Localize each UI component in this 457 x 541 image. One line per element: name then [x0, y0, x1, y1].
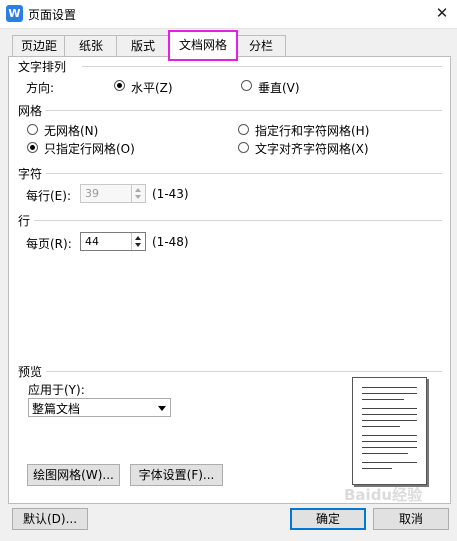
chars-per-line-value: 39 [85, 187, 99, 200]
chars-per-line-label: 每行(E): [26, 189, 71, 203]
ok-button[interactable]: 确定 [290, 508, 366, 530]
direction-label: 方向: [26, 81, 55, 95]
tab-margins[interactable]: 页边距 [12, 35, 66, 56]
section-title-text-direction: 文字排列 [18, 60, 67, 74]
page-preview-icon [352, 377, 427, 485]
title-bar: W 页面设置 ✕ [0, 0, 457, 29]
apply-to-select[interactable]: 整篇文档 [28, 398, 171, 417]
tab-layout[interactable]: 版式 [116, 35, 170, 56]
tab-columns[interactable]: 分栏 [236, 35, 286, 56]
divider [46, 173, 442, 174]
section-title-grid: 网格 [18, 104, 43, 118]
spinner-arrows-icon[interactable] [131, 233, 145, 250]
radio-snap-to-char-grid[interactable] [238, 142, 249, 153]
section-title-lines: 行 [18, 214, 31, 228]
divider [82, 66, 442, 67]
section-title-chars: 字符 [18, 167, 43, 181]
radio-vertical-label[interactable]: 垂直(V) [258, 79, 300, 96]
spinner-arrows-icon[interactable] [131, 185, 145, 202]
radio-no-grid-label[interactable]: 无网格(N) [44, 122, 98, 139]
radio-snap-to-char-grid-label[interactable]: 文字对齐字符网格(X) [255, 140, 369, 157]
lines-per-page-value[interactable]: 44 [85, 235, 99, 248]
window-title: 页面设置 [28, 8, 77, 22]
radio-horizontal[interactable] [114, 80, 125, 91]
wps-writer-icon: W [6, 5, 23, 22]
tab-document-grid[interactable]: 文档网格 [168, 30, 238, 61]
dropdown-arrow-icon[interactable] [158, 406, 166, 411]
close-icon[interactable]: ✕ [430, 2, 454, 24]
divider [46, 371, 442, 372]
lines-per-page-label: 每页(R): [26, 237, 72, 251]
watermark: Baidu经验 [344, 486, 423, 504]
radio-line-and-char-grid-label[interactable]: 指定行和字符网格(H) [255, 122, 369, 139]
divider [46, 110, 442, 111]
default-button[interactable]: 默认(D)... [12, 508, 88, 530]
radio-line-and-char-grid[interactable] [238, 124, 249, 135]
lines-per-page-spinner[interactable]: 44 [80, 232, 146, 251]
radio-no-grid[interactable] [27, 124, 38, 135]
tab-paper[interactable]: 纸张 [64, 35, 118, 56]
radio-horizontal-label[interactable]: 水平(Z) [131, 79, 173, 96]
chars-per-line-spinner[interactable]: 39 [80, 184, 146, 203]
radio-line-grid-only-label[interactable]: 只指定行网格(O) [44, 140, 135, 157]
chars-range: (1-43) [152, 187, 189, 201]
font-settings-button[interactable]: 字体设置(F)... [130, 464, 223, 486]
radio-line-grid-only[interactable] [27, 142, 38, 153]
cancel-button[interactable]: 取消 [373, 508, 449, 530]
divider [34, 220, 442, 221]
apply-to-label: 应用于(Y): [28, 383, 85, 397]
radio-vertical[interactable] [241, 80, 252, 91]
apply-to-value: 整篇文档 [32, 402, 81, 416]
draw-grid-button[interactable]: 绘图网格(W)... [27, 464, 120, 486]
lines-range: (1-48) [152, 235, 189, 249]
section-title-preview: 预览 [18, 365, 43, 379]
